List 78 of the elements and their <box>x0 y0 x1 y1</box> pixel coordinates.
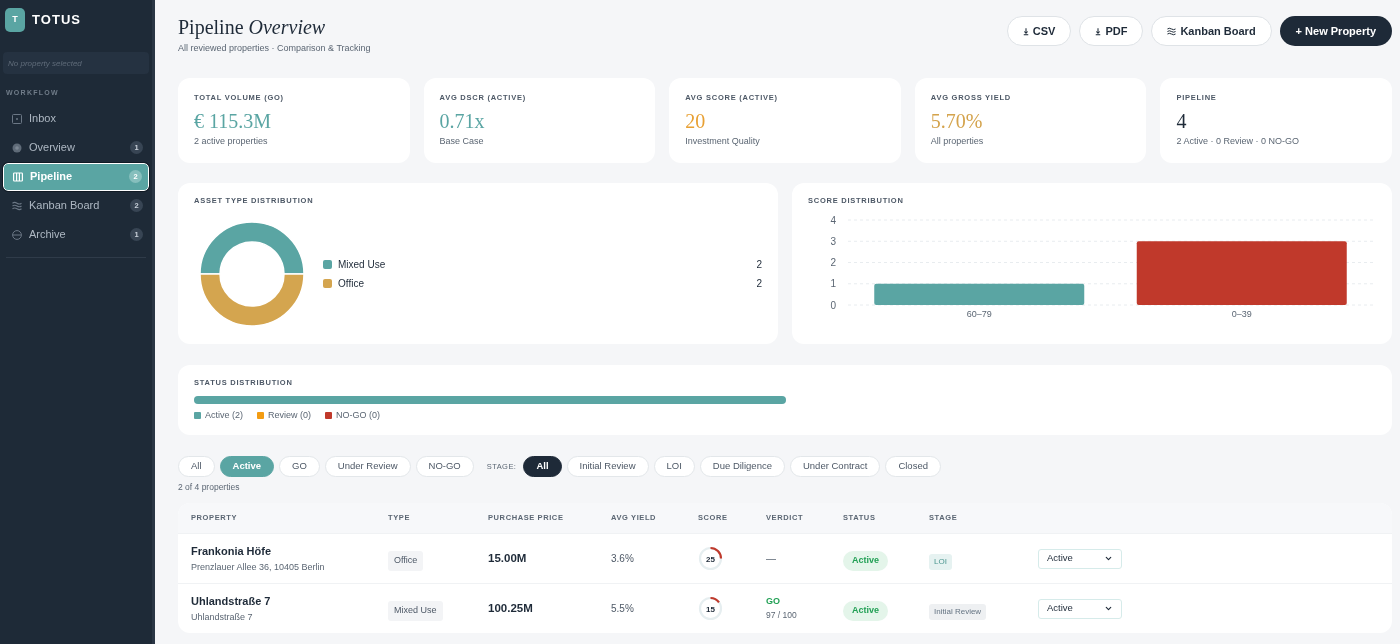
axis-tick-label: 4 <box>830 214 836 226</box>
axis-category-label: 60–79 <box>966 309 992 319</box>
logo-tile: T <box>5 8 25 32</box>
stage-filter-chip[interactable]: Due Diligence <box>699 456 785 477</box>
legend-label: Review (0) <box>268 410 312 421</box>
stage-tag: LOI <box>929 553 952 570</box>
property-name: Frankonia Höfe <box>191 544 273 559</box>
score-value: 25 <box>706 554 715 563</box>
status-select[interactable]: Active <box>1038 548 1122 569</box>
stat-value: 5.70% <box>930 109 984 133</box>
stat-value: 0.71x <box>439 109 486 133</box>
download-icon <box>1095 26 1102 36</box>
status-filter-chip[interactable]: Under Review <box>324 456 411 477</box>
chevron-down-icon <box>1104 554 1113 563</box>
stage-filter-chip[interactable]: LOI <box>653 456 695 477</box>
property-address: Uhlandstraße 7 <box>191 610 254 624</box>
property-name: Uhlandstraße 7 <box>191 594 272 609</box>
new-property-button[interactable]: + New Property <box>1279 16 1392 46</box>
stat-note: 2 active properties <box>194 135 269 147</box>
score-ring <box>698 596 723 621</box>
page-title: Pipeline Overview <box>178 15 327 40</box>
axis-tick-label: 0 <box>830 299 836 311</box>
app-name: TOTUS <box>32 11 82 30</box>
verdict: GO <box>766 595 781 609</box>
avg-yield: 3.6% <box>611 552 635 566</box>
toolbar-button[interactable]: CSV <box>1006 16 1072 46</box>
axis-tick-label: 2 <box>830 257 836 268</box>
verdict: — <box>766 552 777 566</box>
stage-tag: Initial Review <box>929 603 987 620</box>
avg-yield: 5.5% <box>611 602 635 616</box>
stat-value: 4 <box>1176 109 1188 133</box>
result-count: 2 of 4 properties <box>178 482 241 493</box>
stat-note: Base Case <box>439 135 485 147</box>
download-icon <box>1022 26 1029 36</box>
property-address: Prenzlauer Allee 36, 10405 Berlin <box>191 560 326 574</box>
chevron-down-icon <box>1104 604 1113 613</box>
type-tag: Mixed Use <box>388 601 443 621</box>
score-value: 15 <box>706 604 715 613</box>
axis-tick-label: 3 <box>830 235 836 247</box>
status-filter-chip[interactable]: GO <box>279 456 320 477</box>
stat-note: 2 Active · 0 Review · 0 NO-GO <box>1176 135 1300 147</box>
stat-value: € 115.3M <box>194 109 273 133</box>
legend-label: NO-GO (0) <box>336 410 381 421</box>
status-tag: Active <box>843 551 888 571</box>
stat-note: All properties <box>930 135 985 147</box>
legend-count: 2 <box>756 277 762 291</box>
stage-filter-chip[interactable]: Closed <box>885 456 941 477</box>
legend-label: Active (2) <box>205 410 243 421</box>
table-row[interactable]: Frankonia Höfe Prenzlauer Allee 36, 10405 Berlin Office 15.00M 3.6% 25 — Active LOI Active <box>178 533 1392 583</box>
toolbar-button[interactable]: Kanban Board <box>1151 16 1272 46</box>
status-tag: Active <box>843 601 888 621</box>
toolbar-button[interactable]: PDF <box>1079 16 1144 46</box>
waves-icon <box>1167 26 1177 36</box>
circle-icon <box>12 142 22 153</box>
legend-count: 2 <box>756 258 762 272</box>
stage-filter-chip[interactable]: All <box>523 456 562 477</box>
columns-icon <box>13 171 23 182</box>
page-subtitle: All reviewed properties · Comparison & Tracking <box>178 42 371 54</box>
stage-filter-chip[interactable]: Initial Review <box>566 456 649 477</box>
axis-tick-label: 1 <box>830 278 836 290</box>
status-filter-chip[interactable]: NO-GO <box>415 456 474 477</box>
circle-minus-icon <box>12 229 22 240</box>
legend-label: Office <box>338 277 364 291</box>
purchase-price: 15.00M <box>488 550 528 566</box>
legend-label: Mixed Use <box>338 258 386 272</box>
status-select[interactable]: Active <box>1038 598 1122 619</box>
table-row[interactable]: Uhlandstraße 7 Uhlandstraße 7 Mixed Use 100.25M 5.5% 15 GO 97 / 100 Active Initial Review Active <box>178 583 1392 633</box>
stat-value: 20 <box>685 109 707 133</box>
stat-note: Investment Quality <box>685 135 761 147</box>
waves-icon <box>12 200 22 211</box>
verdict-score: 97 / 100 <box>766 608 798 622</box>
type-tag: Office <box>388 551 424 571</box>
stage-filter-chip[interactable]: Under Contract <box>789 456 881 477</box>
axis-category-label: 0–39 <box>1231 309 1252 319</box>
score-ring <box>698 546 723 571</box>
status-filter-chip[interactable]: All <box>178 456 215 477</box>
nav-item[interactable]: Inbox <box>3 104 149 133</box>
purchase-price: 100.25M <box>488 600 534 616</box>
